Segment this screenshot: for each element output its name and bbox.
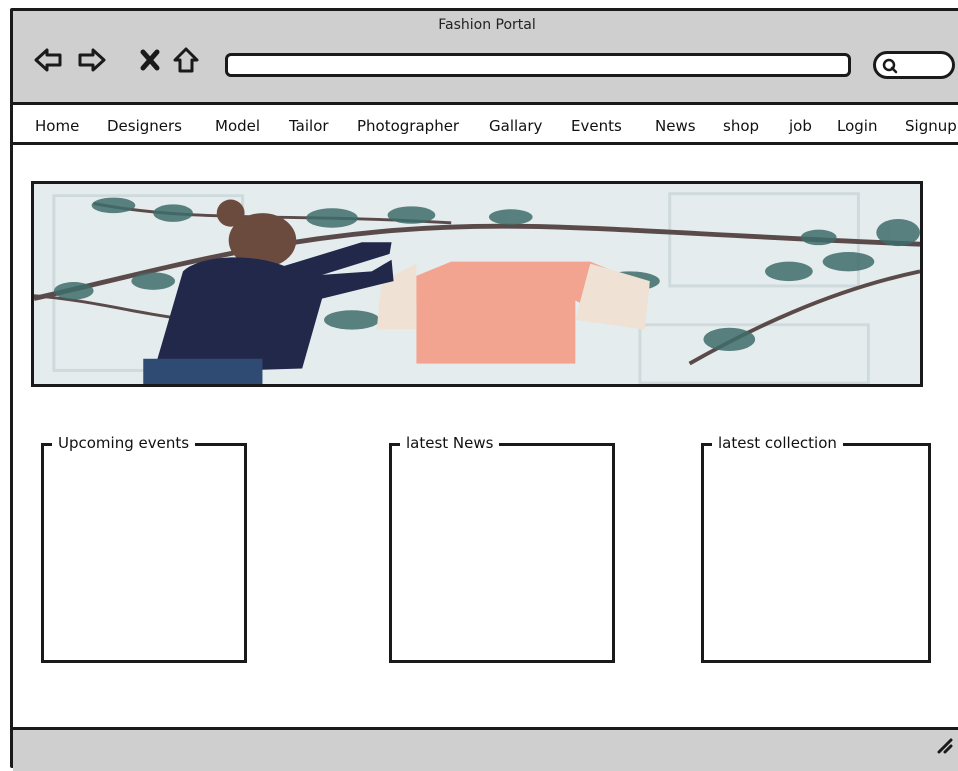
resize-grip-icon[interactable] — [933, 734, 955, 756]
latest-news-panel: latest News — [389, 434, 615, 663]
menu-item-login[interactable]: Login — [837, 117, 877, 135]
hero-banner-image — [31, 181, 923, 387]
menu-item-designers[interactable]: Designers — [107, 117, 182, 135]
back-button[interactable] — [31, 43, 65, 77]
stop-button[interactable] — [133, 43, 167, 77]
forward-button[interactable] — [75, 43, 109, 77]
latest-collection-label: latest collection — [712, 434, 843, 452]
browser-chrome: Fashion Portal — [13, 11, 958, 105]
menu-item-photographer[interactable]: Photographer — [357, 117, 459, 135]
latest-collection-panel: latest collection — [701, 434, 931, 663]
search-icon — [882, 58, 898, 74]
menu-item-signup[interactable]: Signup — [905, 117, 957, 135]
upcoming-events-panel: Upcoming events — [41, 434, 247, 663]
menu-item-home[interactable]: Home — [35, 117, 79, 135]
arrow-left-icon — [34, 48, 62, 72]
menu-item-news[interactable]: News — [655, 117, 696, 135]
arrow-right-icon — [78, 48, 106, 72]
home-button[interactable] — [169, 43, 203, 77]
main-menu: Home Designers Model Tailor Photographer… — [13, 107, 958, 145]
latest-news-label: latest News — [400, 434, 500, 452]
search-button[interactable] — [873, 51, 955, 79]
url-input[interactable] — [225, 53, 851, 77]
menu-item-job[interactable]: job — [789, 117, 812, 135]
hero-photo — [34, 184, 920, 384]
menu-item-shop[interactable]: shop — [723, 117, 759, 135]
status-bar — [13, 727, 958, 771]
close-icon — [140, 49, 160, 71]
home-icon — [173, 47, 199, 73]
menu-item-model[interactable]: Model — [215, 117, 260, 135]
menu-item-gallary[interactable]: Gallary — [489, 117, 542, 135]
upcoming-events-label: Upcoming events — [52, 434, 196, 452]
browser-window: Fashion Portal Home Designers Model Tail… — [10, 8, 958, 771]
menu-item-tailor[interactable]: Tailor — [289, 117, 329, 135]
window-title: Fashion Portal — [438, 17, 536, 33]
menu-item-events[interactable]: Events — [571, 117, 622, 135]
